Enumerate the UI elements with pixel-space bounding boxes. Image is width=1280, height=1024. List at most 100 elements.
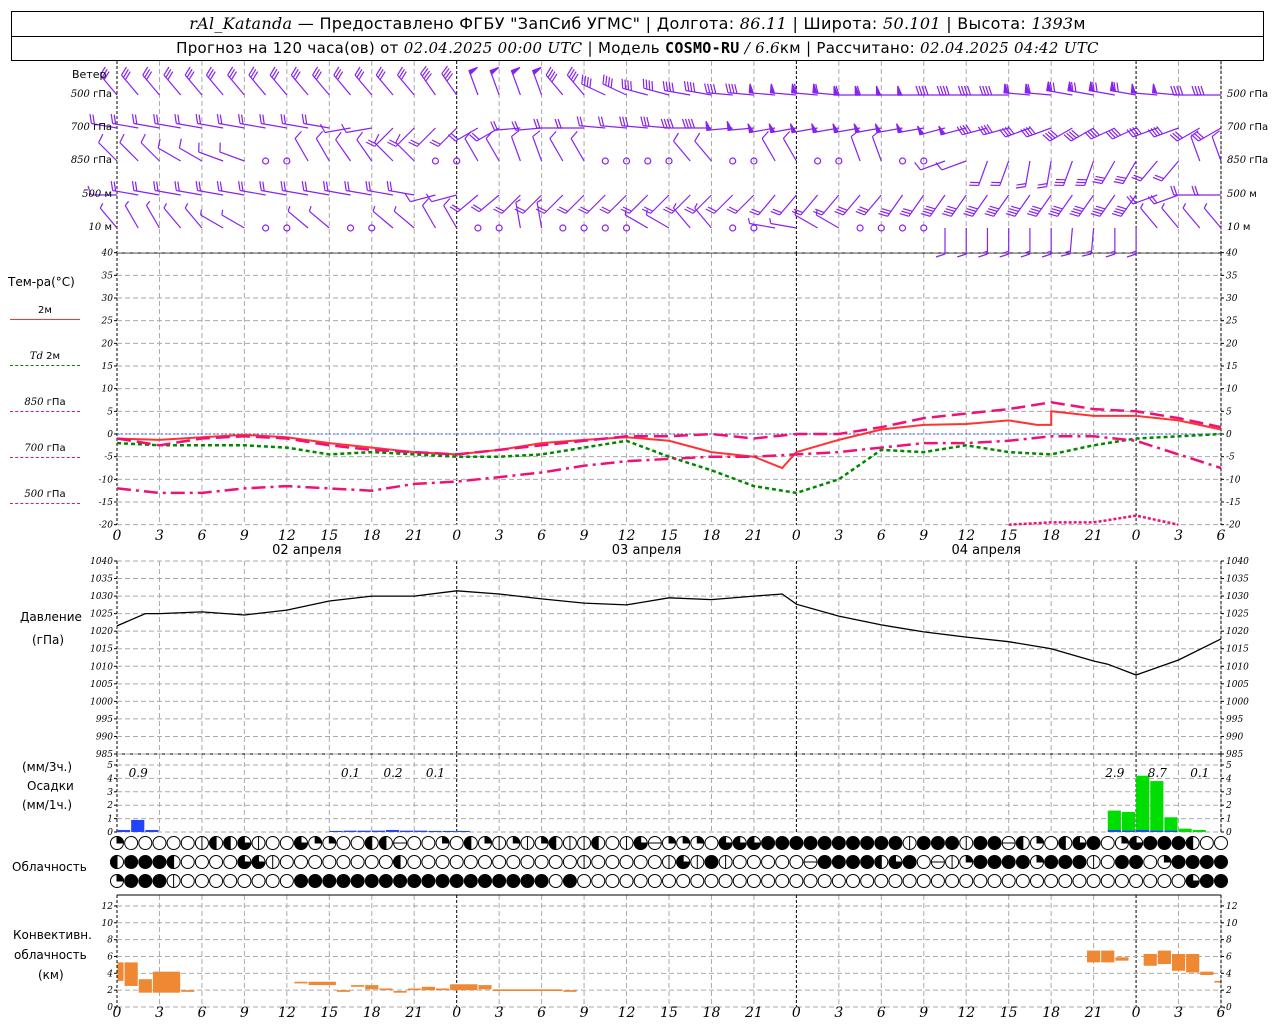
precip-bar-blue [357, 830, 371, 832]
barb-full [671, 82, 675, 93]
barb-full [1095, 175, 1105, 179]
convective-cloud-bar [421, 986, 435, 991]
barb-staff [536, 202, 543, 229]
conv-x-tick-label: 0 [1132, 1005, 1141, 1021]
conv-title-1: Конвективн. [13, 928, 92, 942]
precip-bar-blue [385, 829, 400, 832]
barb-staff [735, 194, 755, 214]
barb-full [586, 77, 589, 87]
pressure-tick-label-left: 1025 [90, 610, 113, 620]
cloud-circle [1072, 874, 1087, 888]
wind-barb [395, 133, 415, 162]
cloud-circle [1086, 836, 1101, 850]
wind-barb [195, 114, 224, 129]
barb-staff [1101, 160, 1116, 184]
cloud-circle [279, 836, 294, 850]
cloud-circle [1129, 874, 1144, 888]
barb-pennant [897, 85, 903, 96]
wind-barb [1005, 194, 1031, 217]
conv-tick-label-left: 6 [107, 952, 113, 962]
conv-tick-label-left: 10 [102, 919, 114, 929]
wind-barb [375, 66, 394, 96]
cloud-cover-icon [407, 874, 422, 888]
date-label: 02 апреля [272, 543, 342, 558]
barb-full [365, 181, 368, 191]
cloud-cover-icon [789, 836, 804, 850]
barb-full [533, 118, 538, 129]
barb-full [1191, 85, 1196, 96]
cloud-cover-icon [803, 855, 818, 869]
barb-pennant [916, 125, 925, 136]
barb-staff [163, 207, 182, 229]
wind-row-4 [99, 197, 1222, 258]
cloud-circle [860, 855, 875, 869]
barb-pennant [875, 85, 882, 96]
cloud-circle [378, 874, 393, 888]
temp-tick-label-right: -10 [1226, 475, 1241, 485]
cloud-cover-icon [294, 835, 309, 850]
wind-barb [153, 114, 181, 129]
cloud-circle [846, 874, 860, 888]
precip-tick-label-left: 4 [106, 774, 113, 784]
barb-full [662, 81, 666, 91]
barb-staff [121, 74, 139, 96]
barb-full [1069, 213, 1079, 217]
barb-pennant [705, 121, 712, 131]
cloud-cover-icon [265, 855, 280, 869]
precip-tick-label-right: 1 [1226, 815, 1232, 825]
cloud-cover-icon [364, 855, 379, 869]
barb-pennant [489, 66, 500, 76]
barb-full [960, 85, 966, 96]
wind-barb [1190, 130, 1201, 162]
cloud-quarter [512, 835, 521, 844]
barb-full [1105, 253, 1116, 258]
precip-3h-sum-label: 0.1 [341, 766, 360, 780]
barb-full [605, 75, 608, 86]
barb-pennant [769, 83, 776, 94]
barb-staff [485, 138, 500, 162]
cloud-quarter [116, 835, 125, 844]
cloud-cover-icon [562, 855, 577, 869]
cloud-circle [492, 874, 507, 888]
cloud-cover-icon [1199, 836, 1214, 850]
cloud-circle [308, 855, 323, 869]
precip-3h-sum-label: 8.7 [1148, 766, 1167, 780]
legend-num: 700 [24, 443, 47, 454]
conv-x-tick-label: 6 [877, 1005, 886, 1021]
cloud-cover-icon [945, 874, 960, 888]
cloud-circle [647, 855, 662, 869]
cloud-circle [421, 836, 436, 850]
barb-full [240, 114, 244, 125]
barb-full [583, 75, 587, 86]
wind-barb [408, 127, 436, 147]
cloud-cover-icon [1157, 874, 1172, 888]
barb-full [283, 181, 287, 192]
wind-barb [335, 131, 352, 162]
wind-barb [535, 194, 564, 214]
cloud-cover-icon [775, 855, 790, 869]
cloud-cover-icon [874, 854, 889, 870]
cloud-cover-icon [959, 836, 974, 850]
barb-full [131, 114, 135, 124]
wind-barb [1015, 160, 1031, 189]
barb-staff [1211, 136, 1222, 162]
wind-barb [238, 181, 266, 196]
cloud-circle [633, 855, 648, 869]
cloud-cover-icon [1086, 855, 1101, 869]
barb-full [1081, 253, 1092, 257]
cloud-half [463, 835, 472, 851]
temp-x-tick-label: 6 [877, 528, 886, 544]
barb-full [630, 81, 632, 91]
cloud-cover-icon [1058, 835, 1073, 851]
barb-full [1090, 213, 1101, 217]
barb-full [1170, 185, 1175, 196]
level-num: 10 [88, 222, 102, 233]
barb-full [942, 85, 947, 96]
cloud-cover-icon [605, 836, 620, 850]
barb-staff [908, 194, 925, 217]
cloud-cover-icon [1086, 874, 1101, 888]
cloud-circle [1114, 874, 1129, 888]
barb-half [1182, 203, 1187, 209]
barb-full [669, 118, 674, 129]
temp-x-tick-label: 12 [618, 528, 636, 544]
